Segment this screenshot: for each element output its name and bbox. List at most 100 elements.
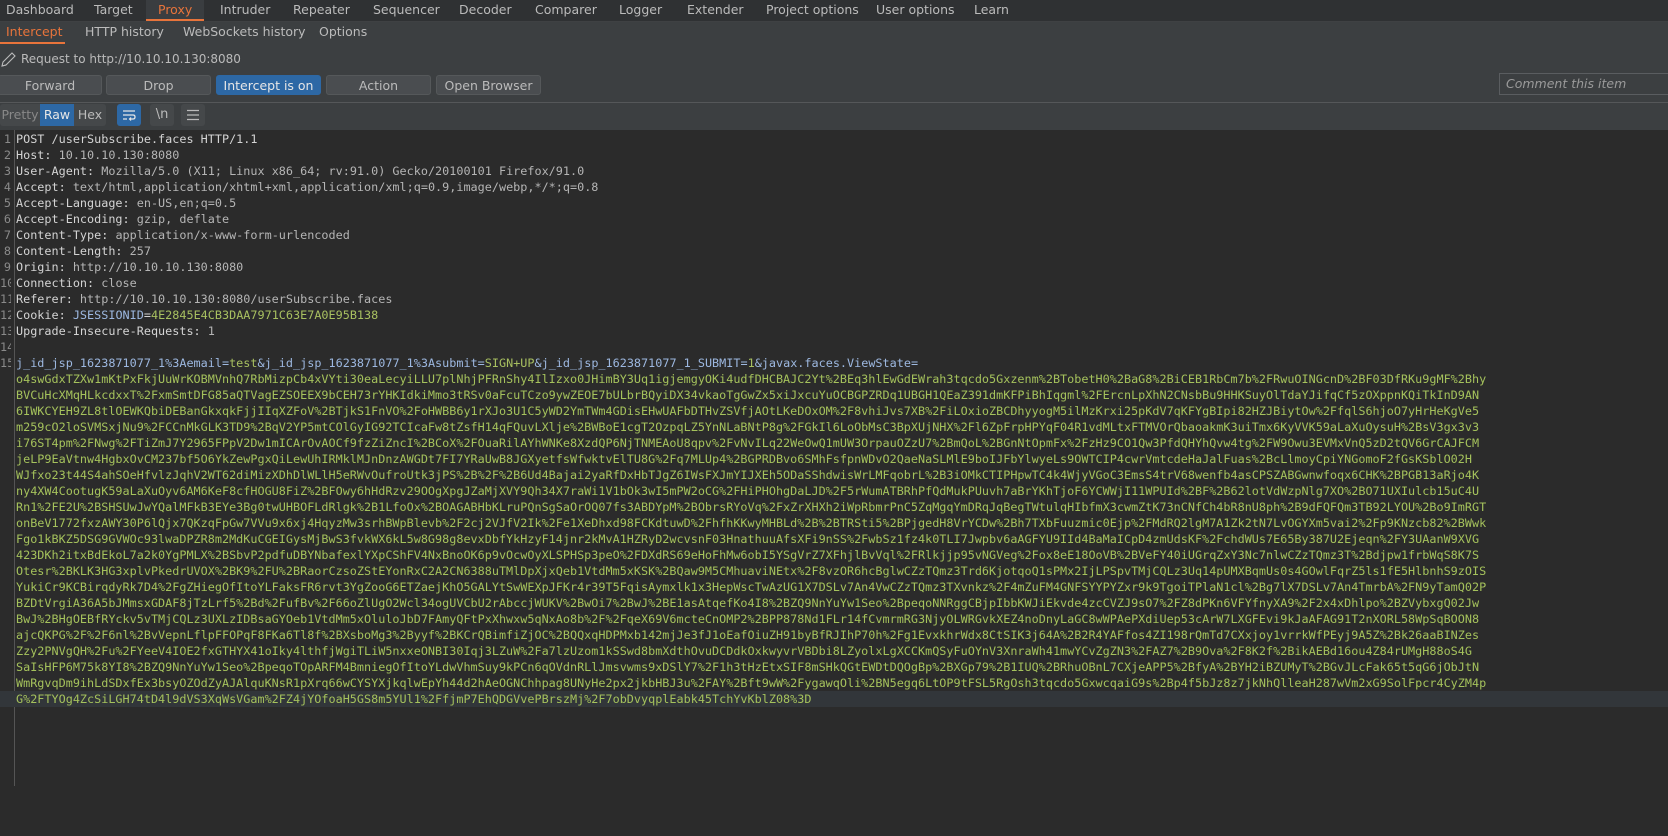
- viewstate-line: o4swGdxTZXw1mKtPxFkjUuWrKOBMVnhQ7RbMizpC…: [0, 371, 1668, 387]
- viewstate-line-current: G%2FTYOg4ZcSiLGH74tD4l9dVS3XqWsVGam%2FZ4…: [0, 691, 1668, 707]
- header-value: text/html,application/xhtml+xml,applicat…: [72, 180, 599, 194]
- line-number: 14: [0, 340, 11, 354]
- subtab-websockets-history[interactable]: WebSockets history: [177, 22, 306, 44]
- viewstate-text: BZDtVrgiA36A5bJMmsxGDAF8jTzLrf5%2Bd%2Fuf…: [16, 596, 1480, 610]
- tab-project-options[interactable]: Project options: [760, 0, 862, 21]
- viewstate-line: BZDtVrgiA36A5bJMmsxGDAF8jTzLrf5%2Bd%2Fuf…: [0, 595, 1668, 611]
- line-number: 15: [0, 356, 11, 370]
- header-line: 13 Upgrade-Insecure-Requests: 1: [0, 323, 1668, 339]
- line-number: 9: [3, 260, 11, 274]
- tab-logger[interactable]: Logger: [613, 0, 669, 21]
- tab-learn[interactable]: Learn: [968, 0, 1016, 21]
- viewstate-line: Zzy2PNVgQH%2Fu%2FYeeV4IOE2fxGTHYX41oIky4…: [0, 643, 1668, 659]
- param-submit-flag-value: 1: [747, 356, 755, 370]
- wrap-lines-icon: [123, 110, 136, 121]
- line-number: 7: [3, 228, 11, 242]
- param-viewstate-name: &javax.faces.ViewState=: [754, 356, 919, 370]
- header-value: 257: [129, 244, 151, 258]
- tab-sequencer[interactable]: Sequencer: [367, 0, 441, 21]
- drop-button[interactable]: Drop: [106, 75, 211, 95]
- request-editor[interactable]: 1 POST /userSubscribe.faces HTTP/1.1 2 Hos…: [0, 130, 1668, 836]
- viewstate-line: Otesr%2BKLK3HG3xplvPkedrUVOX%2BK9%2FU%2B…: [0, 563, 1668, 579]
- view-tab-raw[interactable]: Raw: [40, 104, 74, 126]
- viewstate-line: WJfxo23t44S4ahSOeHfvlzJqhV2WT62diMizXDhD…: [0, 467, 1668, 483]
- open-browser-button[interactable]: Open Browser: [436, 75, 541, 95]
- menu-icon: [187, 109, 199, 121]
- line-number: 5: [3, 196, 11, 210]
- tab-decoder[interactable]: Decoder: [453, 0, 515, 21]
- viewstate-text: ajcQKPG%2F%2F6nl%2BvVepnLflpFFOPqF8FKa6T…: [16, 628, 1480, 642]
- comment-input[interactable]: Comment this item: [1499, 73, 1668, 95]
- header-value: Mozilla/5.0 (X11; Linux x86_64; rv:91.0)…: [101, 164, 585, 178]
- tab-comparer[interactable]: Comparer: [529, 0, 601, 21]
- options-menu-button[interactable]: [181, 104, 205, 126]
- header-name: Content-Type:: [16, 228, 116, 242]
- subtab-http-history[interactable]: HTTP history: [79, 22, 167, 44]
- proxy-sub-tab-bar: Intercept HTTP history WebSockets histor…: [0, 22, 1668, 44]
- param-submit-flag-name: &j_id_jsp_1623871077_1_SUBMIT=: [534, 356, 748, 370]
- param-submit-name: &j_id_jsp_1623871077_1%3Asubmit=: [257, 356, 485, 370]
- viewstate-text: onBeV1772fxzAWY30P6lQjx7QKzqFpGw7VVu9x6x…: [16, 516, 1487, 530]
- header-name: Origin:: [16, 260, 73, 274]
- blank-line: 14: [0, 339, 1668, 355]
- tab-repeater[interactable]: Repeater: [287, 0, 357, 21]
- viewstate-text: G%2FTYOg4ZcSiLGH74tD4l9dVS3XqWsVGam%2FZ4…: [16, 692, 812, 706]
- viewstate-text: Rn1%2FE2U%2BSHSUwJwYQalMFkB3EYe3Bg0twUHB…: [16, 500, 1487, 514]
- header-value: gzip, deflate: [136, 212, 230, 226]
- header-name: Content-Length:: [16, 244, 130, 258]
- line-number: 2: [3, 148, 11, 162]
- viewstate-line: 6IWKCYEH9ZL8tlOEWKQbiDEBanGkxqkFjjIIqXZF…: [0, 403, 1668, 419]
- header-name: Accept-Encoding:: [16, 212, 137, 226]
- viewstate-line: onBeV1772fxzAWY30P6lQjx7QKzqFpGw7VVu9x6x…: [0, 515, 1668, 531]
- viewstate-text: SaIsHFP6M75k8YI8%2BZQ9NnYuYw1Seo%2BpeqoT…: [16, 660, 1480, 674]
- viewstate-line: Fgo1kBKZ5DSG9GVWOc93lwaDPZR8m2MdKuCGEIGy…: [0, 531, 1668, 547]
- line-number: 11: [0, 292, 11, 306]
- header-value: http://10.10.10.130:8080: [72, 260, 244, 274]
- tab-extender[interactable]: Extender: [681, 0, 747, 21]
- line-number: 4: [3, 180, 11, 194]
- line-number: 3: [3, 164, 11, 178]
- param-submit-value: SIGN+UP: [484, 356, 535, 370]
- tab-proxy[interactable]: Proxy: [146, 0, 204, 21]
- viewstate-text: Fgo1kBKZ5DSG9GVWOc93lwaDPZR8m2MdKuCGEIGy…: [16, 532, 1480, 546]
- header-name: Cookie:: [16, 308, 73, 322]
- main-tab-bar: Dashboard Target Proxy Intruder Repeater…: [0, 0, 1668, 22]
- header-name: Referer:: [16, 292, 80, 306]
- header-name: Host:: [16, 148, 59, 162]
- view-tab-hex[interactable]: Hex: [74, 104, 106, 126]
- header-line: 7 Content-Type: application/x-www-form-ur…: [0, 227, 1668, 243]
- header-value: en-US,en;q=0.5: [136, 196, 237, 210]
- viewstate-text: BwJ%2BHgOEBfRYckv5vTMjCQLz3UXLzIDBsaGYOe…: [16, 612, 1480, 626]
- subtab-options[interactable]: Options: [313, 22, 373, 44]
- newline-toggle-button[interactable]: \n: [150, 104, 174, 126]
- intercept-toggle-button[interactable]: Intercept is on: [216, 75, 321, 95]
- viewstate-text: o4swGdxTZXw1mKtPxFkjUuWrKOBMVnhQ7RbMizpC…: [16, 372, 1487, 386]
- subtab-intercept[interactable]: Intercept: [0, 22, 65, 44]
- tab-user-options[interactable]: User options: [870, 0, 955, 21]
- line-number: 6: [3, 212, 11, 226]
- action-button[interactable]: Action: [326, 75, 431, 95]
- param-email-value: test: [229, 356, 258, 370]
- header-line: 8 Content-Length: 257: [0, 243, 1668, 259]
- header-value: 10.10.10.130:8080: [58, 148, 180, 162]
- header-line: 11 Referer: http://10.10.10.130:8080/user…: [0, 291, 1668, 307]
- tab-target[interactable]: Target: [88, 0, 144, 21]
- tab-dashboard[interactable]: Dashboard: [0, 0, 74, 21]
- request-target-label: Request to http://10.10.10.130:8080: [21, 52, 241, 66]
- viewstate-text: BVCuHcXMqHLkcdxxT%2FxmSmtDFG85aQTVagEZSO…: [16, 388, 1480, 402]
- newline-icon: \n: [155, 107, 169, 122]
- line-number: 1: [3, 132, 11, 146]
- param-email-name: j_id_jsp_1623871077_1%3Aemail=: [16, 356, 230, 370]
- view-tab-pretty[interactable]: Pretty: [0, 104, 40, 126]
- viewstate-line: i76ST4pm%2FNwg%2FTiZmJ7Y2965FPpV2Dw1mICA…: [0, 435, 1668, 451]
- viewstate-line: SaIsHFP6M75k8YI8%2BZQ9NnYuYw1Seo%2BpeqoT…: [0, 659, 1668, 675]
- wrap-lines-button[interactable]: [117, 104, 141, 126]
- viewstate-line: WmRgvqDm9ihLdSDxfEx3bsyOZOdZyAJAlquKNsR1…: [0, 675, 1668, 691]
- viewstate-line: BVCuHcXMqHLkcdxxT%2FxmSmtDFG85aQTVagEZSO…: [0, 387, 1668, 403]
- tab-intruder[interactable]: Intruder: [214, 0, 276, 21]
- line-number: 8: [3, 244, 11, 258]
- viewstate-text: 423DKh2itxBdEkoL7a2k0YgPMLX%2BSbvP2pdfuD…: [16, 548, 1480, 562]
- header-line: 10 Connection: close: [0, 275, 1668, 291]
- forward-button[interactable]: Forward: [0, 75, 102, 95]
- viewstate-line: m259cO2loSVMSxjNu9%2FCCnMkGLK3TD9%2BqV2Y…: [0, 419, 1668, 435]
